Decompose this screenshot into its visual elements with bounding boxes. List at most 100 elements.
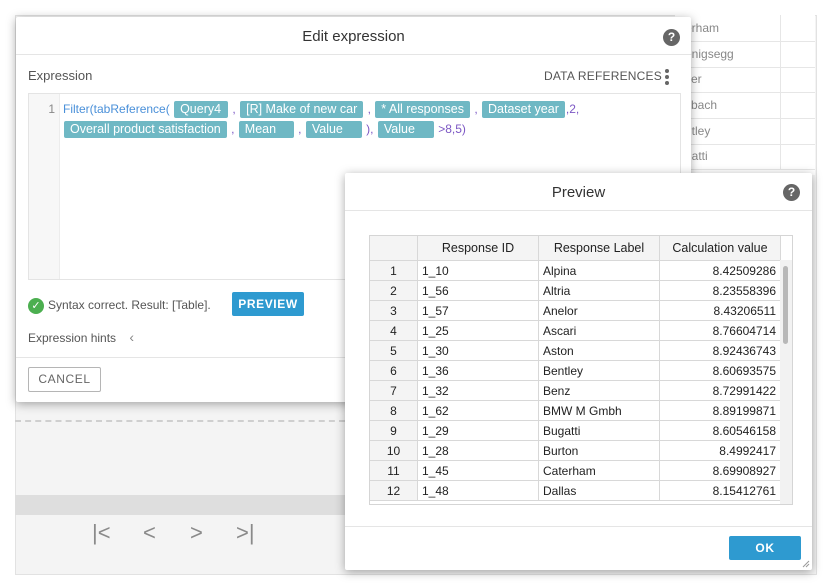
next-page-icon[interactable]: >	[190, 520, 203, 546]
response-label-cell: Alpina	[538, 260, 660, 281]
line-number: 1	[48, 102, 55, 116]
help-icon[interactable]: ?	[663, 29, 680, 46]
status-text: Syntax correct. Result: [Table].	[48, 298, 211, 312]
title-divider	[345, 210, 812, 211]
calculation-value-cell: 8.42509286	[659, 260, 781, 281]
response-id-cell: 1_56	[417, 280, 539, 301]
close-paren: ),	[366, 122, 374, 136]
row-number: 8	[370, 400, 418, 421]
table-row[interactable]: 2 1_56 Altria 8.23558396	[370, 280, 781, 301]
row-number: 11	[370, 460, 418, 481]
table-row[interactable]: 4 1_25 Ascari 8.76604714	[370, 320, 781, 341]
editor-gutter: 1	[29, 94, 60, 279]
calculation-value-cell: 8.43206511	[659, 300, 781, 321]
table-row[interactable]: 11 1_45 Caterham 8.69908927	[370, 460, 781, 481]
row-number-header	[370, 236, 418, 261]
table-row[interactable]: 7 1_32 Benz 8.72991422	[370, 380, 781, 401]
background-grid-row: gatti	[675, 143, 815, 170]
response-label-cell: BMW M Gmbh	[538, 400, 660, 421]
comma: ,	[298, 122, 302, 136]
response-label-cell: Anelor	[538, 300, 660, 321]
reference-chip[interactable]: * All responses	[375, 101, 470, 119]
column-header[interactable]: Response Label	[538, 236, 660, 261]
comma: ,	[367, 102, 371, 116]
comma: ,	[231, 122, 235, 136]
table-row[interactable]: 1 1_10 Alpina 8.42509286	[370, 260, 781, 281]
background-grid-row: ker	[675, 66, 815, 93]
function-tabreference: tabReference(	[93, 102, 170, 116]
response-label-cell: Bentley	[538, 360, 660, 381]
row-number: 6	[370, 360, 418, 381]
response-label-cell: Burton	[538, 440, 660, 461]
response-id-cell: 1_57	[417, 300, 539, 321]
calculation-value-cell: 8.89199871	[659, 400, 781, 421]
dialog-title: Edit expression	[302, 28, 405, 45]
response-id-cell: 1_48	[417, 480, 539, 501]
chevron-left-icon[interactable]: ‹	[129, 329, 134, 345]
cancel-button[interactable]: CANCEL	[28, 367, 101, 392]
row-number: 7	[370, 380, 418, 401]
calculation-value-cell: 8.72991422	[659, 380, 781, 401]
reference-chip[interactable]: Dataset year	[482, 101, 565, 119]
expression-hints-toggle[interactable]: Expression hints ‹	[28, 329, 134, 345]
reference-chip[interactable]: Mean	[238, 121, 294, 139]
response-label-cell: Caterham	[538, 460, 660, 481]
response-id-cell: 1_62	[417, 400, 539, 421]
expression-tail: >8,5)	[438, 122, 466, 136]
response-id-cell: 1_45	[417, 460, 539, 481]
background-grid-row: ntley	[675, 118, 815, 145]
comma: ,	[232, 102, 236, 116]
reference-chip[interactable]: Value	[305, 121, 362, 139]
resize-handle-icon[interactable]	[801, 559, 810, 568]
preview-button[interactable]: PREVIEW	[232, 292, 304, 316]
background-grid-row: enigsegg	[675, 41, 815, 68]
column-header[interactable]: Calculation value	[659, 236, 781, 261]
ok-button[interactable]: OK	[729, 536, 801, 560]
title-divider	[16, 54, 691, 55]
response-label-cell: Benz	[538, 380, 660, 401]
table-row[interactable]: 8 1_62 BMW M Gmbh 8.89199871	[370, 400, 781, 421]
response-id-cell: 1_30	[417, 340, 539, 361]
table-header-row: Response ID Response Label Calculation v…	[370, 236, 781, 261]
table-row[interactable]: 12 1_48 Dallas 8.15412761	[370, 480, 781, 501]
table-row[interactable]: 9 1_29 Bugatti 8.60546158	[370, 420, 781, 441]
background-grid-row: ybach	[675, 92, 815, 119]
reference-chip[interactable]: [R] Make of new car	[240, 101, 364, 119]
calculation-value-cell: 8.92436743	[659, 340, 781, 361]
row-number: 4	[370, 320, 418, 341]
expression-code[interactable]: Filter(tabReference( Query4 , [R] Make o…	[63, 99, 663, 139]
table-row[interactable]: 5 1_30 Aston 8.92436743	[370, 340, 781, 361]
table-row[interactable]: 10 1_28 Burton 8.4992417	[370, 440, 781, 461]
data-references-button[interactable]: DATA REFERENCES	[544, 69, 662, 83]
response-id-cell: 1_10	[417, 260, 539, 281]
previous-page-icon[interactable]: <	[143, 520, 156, 546]
row-number: 5	[370, 340, 418, 361]
background-divider	[15, 420, 345, 422]
row-number: 1	[370, 260, 418, 281]
table-row[interactable]: 6 1_36 Bentley 8.60693575	[370, 360, 781, 381]
row-number: 10	[370, 440, 418, 461]
calculation-value-cell: 8.15412761	[659, 480, 781, 501]
preview-dialog: Preview ? Response ID Response Label Cal…	[345, 173, 812, 570]
response-label-cell: Altria	[538, 280, 660, 301]
response-label-cell: Bugatti	[538, 420, 660, 441]
row-number: 3	[370, 300, 418, 321]
vertical-scrollbar[interactable]	[780, 260, 792, 504]
check-icon: ✓	[28, 297, 44, 314]
comma: ,	[474, 102, 478, 116]
reference-chip[interactable]: Value	[377, 121, 434, 139]
preview-table: Response ID Response Label Calculation v…	[369, 235, 793, 505]
help-icon[interactable]: ?	[783, 184, 800, 201]
first-page-icon[interactable]: |<	[92, 520, 111, 546]
row-number: 2	[370, 280, 418, 301]
syntax-status: ✓ Syntax correct. Result: [Table].	[28, 295, 211, 315]
reference-chip[interactable]: Query4	[174, 101, 229, 119]
column-header[interactable]: Response ID	[417, 236, 539, 261]
more-options-icon[interactable]	[665, 69, 669, 87]
reference-chip[interactable]: Overall product satisfaction	[64, 121, 227, 139]
calculation-value-cell: 8.76604714	[659, 320, 781, 341]
scrollbar-thumb[interactable]	[783, 266, 788, 344]
table-row[interactable]: 3 1_57 Anelor 8.43206511	[370, 300, 781, 321]
dialog-title: Preview	[551, 184, 606, 201]
last-page-icon[interactable]: >|	[236, 520, 255, 546]
